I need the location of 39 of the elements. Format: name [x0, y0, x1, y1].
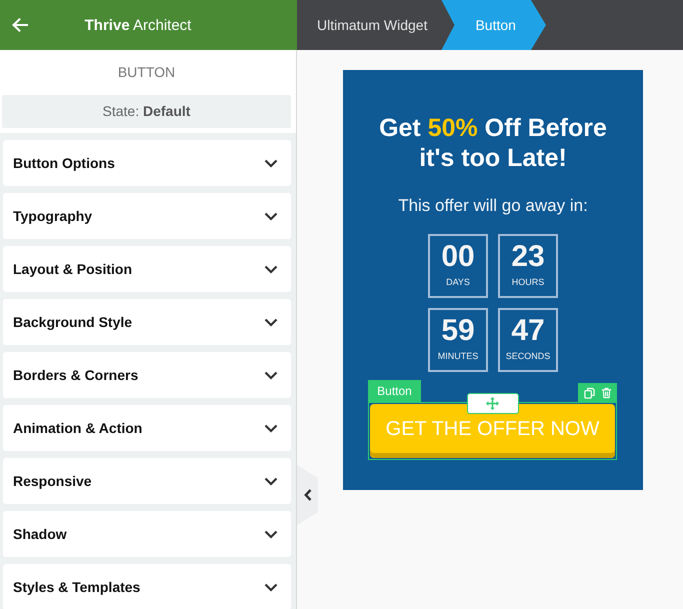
chevron-down-icon	[264, 370, 278, 380]
accordion-section[interactable]: Responsive	[3, 458, 291, 504]
countdown-unit: HOURS	[512, 277, 544, 288]
countdown-unit: DAYS	[446, 277, 470, 288]
chevron-down-icon	[264, 476, 278, 486]
state-selector[interactable]: State: Default	[2, 95, 291, 128]
accordion-section[interactable]: Button Options	[3, 140, 291, 186]
accordion-section[interactable]: Layout & Position	[3, 246, 291, 292]
back-arrow-icon[interactable]	[12, 18, 28, 32]
chevron-down-icon	[264, 424, 278, 432]
move-icon	[486, 397, 499, 410]
countdown-value: 00	[441, 240, 475, 274]
countdown-unit: MINUTES	[438, 351, 478, 362]
accordion-section[interactable]: Animation & Action	[3, 405, 291, 451]
element-title: BUTTON	[116, 63, 176, 82]
accordion-section[interactable]: Styles & Templates	[3, 564, 291, 609]
move-handle[interactable]	[466, 393, 518, 414]
headline: Get 50% Off Before it's too Late!	[378, 113, 608, 173]
element-tag: Button	[368, 380, 421, 402]
countdown-value: 47	[511, 314, 545, 348]
chevron-down-icon	[264, 530, 278, 538]
countdown-value: 59	[441, 314, 475, 348]
chevron-down-icon	[264, 264, 278, 274]
accordion-section[interactable]: Typography	[3, 193, 291, 239]
subtitle: This offer will go away in:	[398, 196, 588, 216]
copy-icon[interactable]	[584, 386, 594, 398]
chevron-down-icon	[264, 582, 278, 592]
accordion-section[interactable]: Shadow	[3, 511, 291, 557]
chevron-left-icon	[304, 489, 312, 501]
chevron-down-icon	[264, 318, 278, 326]
accordion-section[interactable]: Background Style	[3, 299, 291, 345]
app-title: Thrive Architect	[84, 16, 192, 34]
accordion-section[interactable]: Borders & Corners	[3, 352, 291, 398]
trash-icon[interactable]	[600, 386, 612, 398]
countdown-unit: SECONDS	[506, 351, 550, 362]
breadcrumb-item[interactable]: Ultimatum Widget	[297, 0, 442, 50]
chevron-down-icon	[264, 212, 278, 220]
countdown-value: 23	[511, 240, 545, 274]
chevron-down-icon	[264, 158, 278, 168]
